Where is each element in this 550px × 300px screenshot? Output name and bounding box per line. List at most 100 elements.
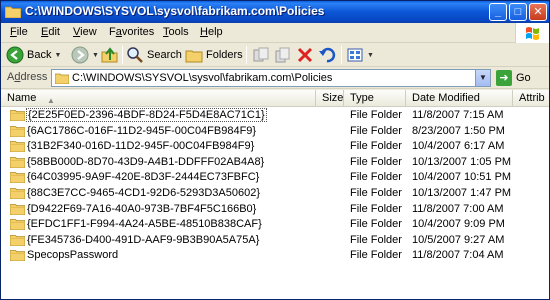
file-list[interactable]: Name ▲ Size Type Date Modified Attrib {2… [1, 90, 549, 299]
menu-edit[interactable]: Edit [41, 26, 60, 38]
file-name: {64C03995-9A9F-420E-8D3F-2444EC73FBFC} [27, 171, 260, 184]
search-button[interactable]: Search [126, 45, 182, 65]
chevron-down-icon[interactable]: ▼ [54, 52, 61, 59]
file-name-cell[interactable]: {FE345736-D400-491D-AAF9-9B3B90A5A75A} [10, 234, 259, 246]
file-date-modified: 10/13/2007 1:05 PM [412, 155, 512, 168]
file-row[interactable]: {64C03995-9A9F-420E-8D3F-2444EC73FBFC} Fi… [1, 170, 549, 186]
back-label: Back [27, 49, 52, 61]
minimize-button[interactable]: _ [489, 3, 507, 21]
chevron-down-icon[interactable]: ▼ [367, 52, 374, 59]
folders-icon [185, 50, 203, 63]
toolbar-separator [341, 46, 342, 64]
address-input[interactable]: C:\WINDOWS\SYSVOL\sysvol\fabrikam.com\Po… [51, 69, 491, 87]
folder-icon [10, 141, 25, 153]
file-name-cell[interactable]: {88C3E7CC-9465-4CD1-92D6-5293D3A50602} [10, 187, 260, 199]
column-header-attributes[interactable]: Attrib [513, 90, 549, 107]
file-row[interactable]: {6AC1786C-016F-11D2-945F-00C04FB984F9} Fi… [1, 124, 549, 140]
title-bar[interactable]: C:\WINDOWS\SYSVOL\sysvol\fabrikam.com\Po… [1, 1, 549, 23]
menu-help[interactable]: Help [200, 26, 223, 38]
address-label: Address [7, 71, 48, 83]
file-type: File Folder [350, 155, 402, 168]
file-name: SpecopsPassword [27, 249, 119, 262]
file-name-cell[interactable]: {D9422F69-7A16-40A0-973B-7BF4F5C166B0} [10, 203, 256, 215]
file-date-modified: 10/5/2007 9:27 AM [412, 233, 505, 246]
file-date-modified: 11/8/2007 7:04 AM [412, 249, 504, 262]
forward-arrow-icon [71, 46, 89, 64]
folder-icon [10, 250, 25, 262]
folder-icon [10, 188, 25, 199]
folders-label: Folders [206, 49, 243, 61]
folder-icon [10, 203, 25, 215]
file-type: File Folder [350, 171, 402, 184]
file-date-modified: 10/4/2007 10:51 PM [412, 171, 512, 184]
file-type: File Folder [350, 233, 402, 246]
file-name: {2E25F0ED-2396-4BDF-8D24-F5D4E8AC71C1} [26, 108, 267, 122]
column-header-name[interactable]: Name ▲ [1, 90, 316, 107]
address-bar: Address C:\WINDOWS\SYSVOL\sysvol\fabrika… [1, 67, 549, 89]
file-type: File Folder [350, 109, 402, 121]
undo-icon [319, 47, 336, 63]
chevron-down-icon[interactable]: ▼ [92, 52, 99, 59]
file-name: {58BB000D-8D70-43D9-A4B1-DDFFF02AB4A8} [27, 155, 265, 168]
go-arrow-icon: ➜ [496, 70, 512, 86]
file-row[interactable]: {EFDC1FF1-F994-4A24-A5BE-48510B838CAF} Fi… [1, 217, 549, 233]
menu-view[interactable]: View [73, 26, 97, 38]
file-name-cell[interactable]: {58BB000D-8D70-43D9-A4B1-DDFFF02AB4A8} [10, 156, 264, 168]
views-button[interactable]: ▼ [346, 45, 374, 65]
chevron-down-icon[interactable]: ▼ [475, 70, 490, 86]
file-type: File Folder [350, 202, 402, 215]
file-row[interactable]: {58BB000D-8D70-43D9-A4B1-DDFFF02AB4A8} Fi… [1, 155, 549, 171]
forward-button[interactable]: ▼ [71, 45, 99, 65]
file-row[interactable]: {FE345736-D400-491D-AAF9-9B3B90A5A75A} Fi… [1, 233, 549, 249]
go-button[interactable]: ➜ Go [496, 69, 531, 87]
file-row[interactable]: {31B2F340-016D-11D2-945F-00C04FB984F9} Fi… [1, 139, 549, 155]
search-label: Search [147, 49, 182, 61]
folder-icon [10, 172, 25, 184]
file-name-cell[interactable]: {EFDC1FF1-F994-4A24-A5BE-48510B838CAF} [10, 218, 262, 231]
file-name-cell[interactable]: {2E25F0ED-2396-4BDF-8D24-F5D4E8AC71C1} [10, 108, 267, 122]
maximize-button[interactable]: □ [509, 3, 527, 21]
folders-button[interactable]: Folders [185, 45, 243, 65]
file-type: File Folder [350, 140, 402, 153]
file-name: {88C3E7CC-9465-4CD1-92D6-5293D3A50602} [27, 186, 260, 199]
file-row[interactable]: {2E25F0ED-2396-4BDF-8D24-F5D4E8AC71C1} Fi… [1, 108, 549, 124]
file-name-cell[interactable]: SpecopsPassword [10, 249, 119, 262]
column-header-type[interactable]: Type [344, 90, 406, 107]
file-type: File Folder [350, 249, 402, 262]
menu-tools[interactable]: Tools [163, 26, 189, 38]
file-type: File Folder [350, 186, 402, 199]
file-name-cell[interactable]: {64C03995-9A9F-420E-8D3F-2444EC73FBFC} [10, 171, 260, 184]
file-name-cell[interactable]: {6AC1786C-016F-11D2-945F-00C04FB984F9} [10, 125, 256, 137]
delete-button[interactable] [296, 45, 314, 65]
undo-button[interactable] [318, 45, 336, 65]
file-date-modified: 8/23/2007 1:50 PM [412, 124, 505, 137]
window-title: C:\WINDOWS\SYSVOL\sysvol\fabrikam.com\Po… [25, 4, 325, 18]
file-row[interactable]: SpecopsPassword File Folder 11/8/2007 7:04… [1, 248, 549, 264]
menu-file[interactable]: File [10, 26, 28, 38]
column-header-date-modified[interactable]: Date Modified [406, 90, 513, 107]
close-button[interactable]: ✕ [529, 3, 547, 21]
menu-favorites[interactable]: Favorites [109, 26, 154, 38]
file-name-cell[interactable]: {31B2F340-016D-11D2-945F-00C04FB984F9} [10, 140, 254, 153]
column-header-size[interactable]: Size [316, 90, 344, 107]
windows-logo-icon [515, 23, 549, 43]
folder-icon [10, 125, 25, 137]
file-name: {EFDC1FF1-F994-4A24-A5BE-48510B838CAF} [27, 218, 262, 231]
up-folder-button[interactable] [101, 45, 119, 65]
copy-to-button[interactable] [274, 45, 292, 65]
file-row[interactable]: {D9422F69-7A16-40A0-973B-7BF4F5C166B0} Fi… [1, 202, 549, 218]
copy-to-icon [275, 47, 290, 63]
explorer-window: C:\WINDOWS\SYSVOL\sysvol\fabrikam.com\Po… [0, 0, 550, 300]
go-label: Go [516, 72, 531, 84]
column-headers: Name ▲ Size Type Date Modified Attrib [1, 90, 549, 107]
move-to-button[interactable] [252, 45, 270, 65]
file-rows: {2E25F0ED-2396-4BDF-8D24-F5D4E8AC71C1} Fi… [1, 108, 549, 264]
file-date-modified: 10/13/2007 1:47 PM [412, 186, 512, 199]
address-value: C:\WINDOWS\SYSVOL\sysvol\fabrikam.com\Po… [72, 72, 333, 84]
file-row[interactable]: {88C3E7CC-9465-4CD1-92D6-5293D3A50602} Fi… [1, 186, 549, 202]
file-name: {FE345736-D400-491D-AAF9-9B3B90A5A75A} [27, 233, 260, 246]
folder-icon [10, 110, 25, 121]
back-button[interactable]: Back ▼ [6, 45, 61, 65]
search-icon [127, 47, 143, 63]
folder-icon [5, 6, 21, 18]
